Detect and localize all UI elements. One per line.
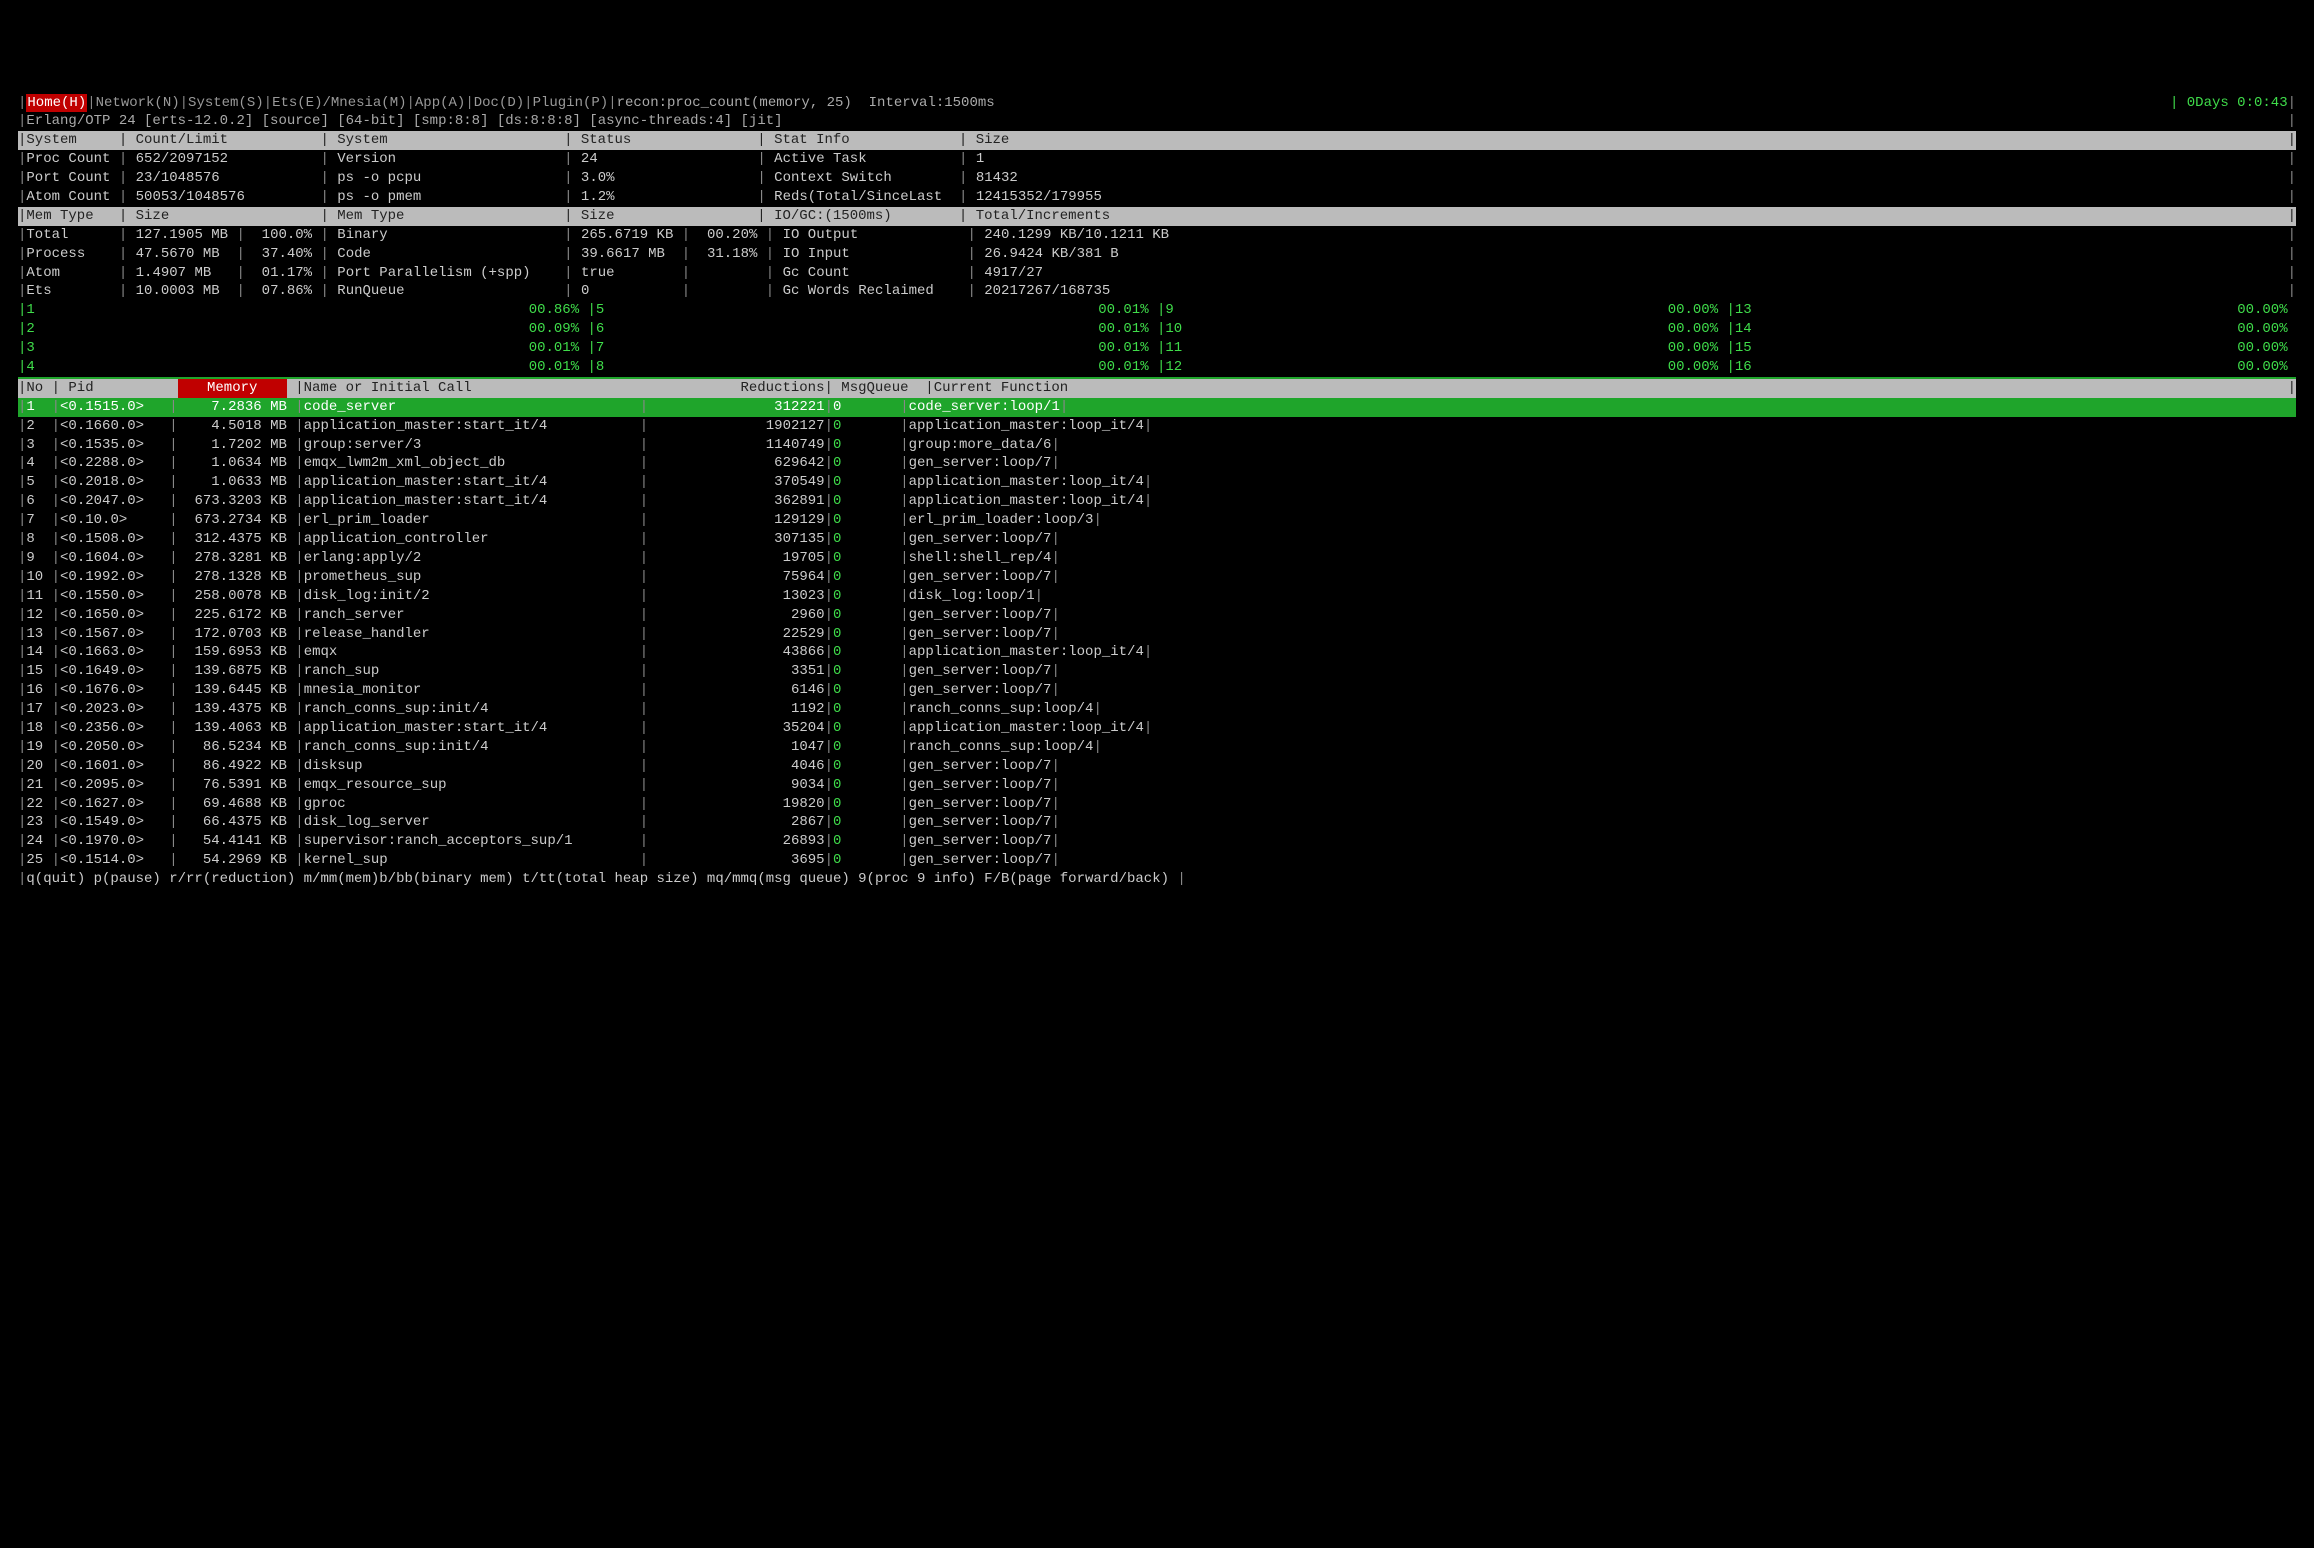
scheduler-13: |1300.00% (1727, 301, 2297, 320)
scheduler-15: |1500.00% (1727, 339, 2297, 358)
nav-item-5[interactable]: Plugin(P) (533, 94, 609, 113)
sys-row2-1: |Process | 47.5670 MB | 37.40% | Code | … (18, 245, 2296, 264)
proc-row-5[interactable]: |5 |<0.2018.0> | 1.0633 MB |application_… (18, 473, 2296, 492)
scheduler-5: |500.01% (588, 301, 1158, 320)
scheduler-6: |600.01% (588, 320, 1158, 339)
proc-row-19[interactable]: |19 |<0.2050.0> | 86.5234 KB |ranch_conn… (18, 738, 2296, 757)
nav-home[interactable]: Home(H) (26, 94, 87, 113)
proc-row-14[interactable]: |14 |<0.1663.0> | 159.6953 KB |emqx | 43… (18, 643, 2296, 662)
proc-row-3[interactable]: |3 |<0.1535.0> | 1.7202 MB |group:server… (18, 436, 2296, 455)
proc-row-25[interactable]: |25 |<0.1514.0> | 54.2969 KB |kernel_sup… (18, 851, 2296, 870)
proc-row-18[interactable]: |18 |<0.2356.0> | 139.4063 KB |applicati… (18, 719, 2296, 738)
proc-row-20[interactable]: |20 |<0.1601.0> | 86.4922 KB |disksup | … (18, 757, 2296, 776)
top-nav: |Home(H)|Network(N)|System(S)|Ets(E)/Mne… (18, 94, 2296, 113)
nav-uptime: | 0Days 0:0:43 (2145, 94, 2288, 113)
proc-row-12[interactable]: |12 |<0.1650.0> | 225.6172 KB |ranch_ser… (18, 606, 2296, 625)
sys-row1-1: |Port Count | 23/1048576 | ps -o pcpu | … (18, 169, 2296, 188)
proc-row-24[interactable]: |24 |<0.1970.0> | 54.4141 KB |supervisor… (18, 832, 2296, 851)
nav-item-1[interactable]: System(S) (188, 94, 264, 113)
erlang-info: |Erlang/OTP 24 [erts-12.0.2] [source] [6… (18, 112, 2296, 131)
proc-row-4[interactable]: |4 |<0.2288.0> | 1.0634 MB |emqx_lwm2m_x… (18, 454, 2296, 473)
proc-row-10[interactable]: |10 |<0.1992.0> | 278.1328 KB |prometheu… (18, 568, 2296, 587)
nav-item-2[interactable]: Ets(E)/Mnesia(M) (272, 94, 406, 113)
proc-row-2[interactable]: |2 |<0.1660.0> | 4.5018 MB |application_… (18, 417, 2296, 436)
sys-row1-2: |Atom Count | 50053/1048576 | ps -o pmem… (18, 188, 2296, 207)
proc-row-16[interactable]: |16 |<0.1676.0> | 139.6445 KB |mnesia_mo… (18, 681, 2296, 700)
scheduler-1: |100.86% (18, 301, 588, 320)
sys-row2-0: |Total | 127.1905 MB | 100.0% | Binary |… (18, 226, 2296, 245)
sort-col-memory[interactable]: Memory (178, 379, 287, 398)
sys-header1: |System | Count/Limit | System | Status … (18, 131, 2296, 150)
scheduler-2: |200.09% (18, 320, 588, 339)
footer-help: |q(quit) p(pause) r/rr(reduction) m/mm(m… (18, 870, 2296, 889)
proc-row-9[interactable]: |9 |<0.1604.0> | 278.3281 KB |erlang:app… (18, 549, 2296, 568)
proc-row-8[interactable]: |8 |<0.1508.0> | 312.4375 KB |applicatio… (18, 530, 2296, 549)
proc-row-15[interactable]: |15 |<0.1649.0> | 139.6875 KB |ranch_sup… (18, 662, 2296, 681)
proc-row-7[interactable]: |7 |<0.10.0> | 673.2734 KB |erl_prim_loa… (18, 511, 2296, 530)
sys-row2-2: |Atom | 1.4907 MB | 01.17% | Port Parall… (18, 264, 2296, 283)
nav-item-3[interactable]: App(A) (415, 94, 465, 113)
scheduler-8: |800.01% (588, 358, 1158, 377)
nav-item-4[interactable]: Doc(D) (474, 94, 524, 113)
scheduler-11: |1100.00% (1157, 339, 1727, 358)
scheduler-16: |1600.00% (1727, 358, 2297, 377)
scheduler-4: |400.01% (18, 358, 588, 377)
proc-row-22[interactable]: |22 |<0.1627.0> | 69.4688 KB |gproc | 19… (18, 795, 2296, 814)
proc-row-13[interactable]: |13 |<0.1567.0> | 172.0703 KB |release_h… (18, 625, 2296, 644)
proc-row-17[interactable]: |17 |<0.2023.0> | 139.4375 KB |ranch_con… (18, 700, 2296, 719)
nav-item-0[interactable]: Network(N) (96, 94, 180, 113)
scheduler-3: |300.01% (18, 339, 588, 358)
scheduler-9: |900.00% (1157, 301, 1727, 320)
nav-cmd: recon:proc_count(memory, 25) Interval:15… (617, 94, 995, 113)
proc-header: |No | Pid Memory |Name or Initial CallRe… (18, 379, 2296, 398)
scheduler-12: |1200.00% (1157, 358, 1727, 377)
sys-row2-3: |Ets | 10.0003 MB | 07.86% | RunQueue | … (18, 282, 2296, 301)
sys-row1-0: |Proc Count | 652/2097152 | Version | 24… (18, 150, 2296, 169)
scheduler-grid: |100.86% |200.09% |300.01% |400.01% |500… (18, 301, 2296, 377)
proc-row-11[interactable]: |11 |<0.1550.0> | 258.0078 KB |disk_log:… (18, 587, 2296, 606)
sys-header2: |Mem Type | Size | Mem Type | Size | IO/… (18, 207, 2296, 226)
scheduler-7: |700.01% (588, 339, 1158, 358)
proc-row-23[interactable]: |23 |<0.1549.0> | 66.4375 KB |disk_log_s… (18, 813, 2296, 832)
scheduler-10: |1000.00% (1157, 320, 1727, 339)
scheduler-14: |1400.00% (1727, 320, 2297, 339)
proc-row-6[interactable]: |6 |<0.2047.0> | 673.3203 KB |applicatio… (18, 492, 2296, 511)
proc-row-21[interactable]: |21 |<0.2095.0> | 76.5391 KB |emqx_resou… (18, 776, 2296, 795)
proc-row-1[interactable]: |1 |<0.1515.0> | 7.2836 MB |code_server … (18, 398, 2296, 417)
